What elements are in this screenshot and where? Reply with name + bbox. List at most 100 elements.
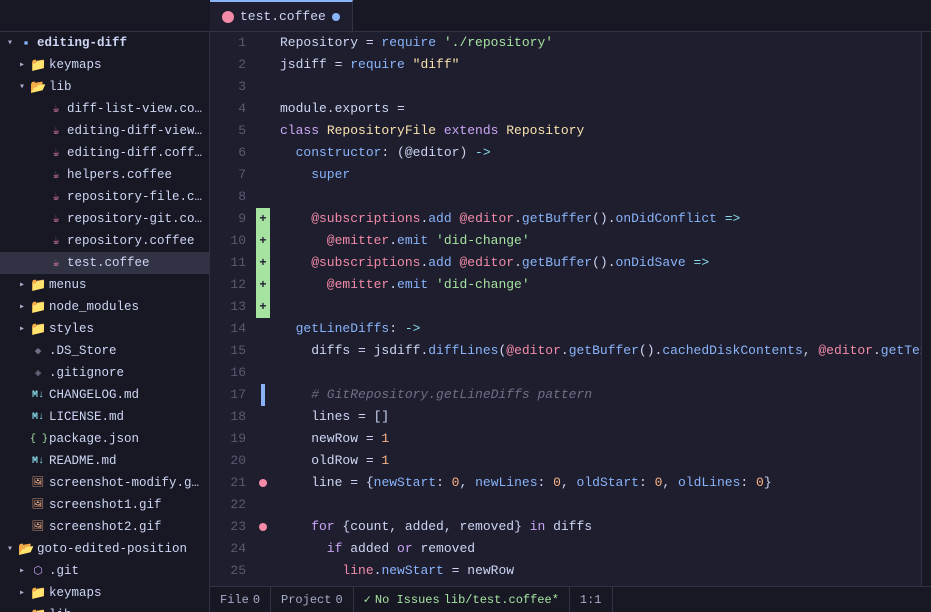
sidebar-label: node_modules [49,300,205,314]
sidebar-item-menus[interactable]: ▸ 📁 menus [0,274,209,296]
code-line: @subscriptions.add @editor.getBuffer().o… [280,208,921,230]
arrow-icon: ▸ [14,59,30,71]
issues-status[interactable]: ✓ No Issues lib/test.coffee* [354,587,570,612]
sidebar-item-editing-diff-view[interactable]: ▸ ☕ editing-diff-view.coff… [0,120,209,142]
sidebar-item-node-modules[interactable]: ▸ 📁 node_modules [0,296,209,318]
arrow-icon: ▸ [14,279,30,291]
sidebar-item-styles[interactable]: ▸ 📁 styles [0,318,209,340]
sidebar-item-editing-diff[interactable]: ▸ ☕ editing-diff.coffee [0,142,209,164]
sidebar-item-repository-git[interactable]: ▸ ☕ repository-git.coffee [0,208,209,230]
sidebar-item-readme[interactable]: ▸ M↓ README.md [0,450,209,472]
code-line: @subscriptions.add @editor.getBuffer().o… [280,252,921,274]
code-line [280,76,921,98]
sidebar-label: repository-git.coffee [67,212,205,226]
sidebar: ▾ ▪ editing-diff ▸ 📁 keymaps ▾ 📂 lib ▸ ☕… [0,32,210,612]
folder-icon: ▪ [18,36,34,51]
code-line: constructor: (@editor) -> [280,142,921,164]
sidebar-label: screenshot-modify.gif [49,476,205,490]
arrow-icon: ▾ [2,37,18,49]
file-status[interactable]: File 0 [210,587,271,612]
sidebar-item-gitignore[interactable]: ▸ ◈ .gitignore [0,362,209,384]
coffee-icon: ☕ [48,124,64,138]
sidebar-label: CHANGELOG.md [49,388,205,402]
sidebar-item-screenshot1[interactable]: ▸ 🖼 screenshot1.gif [0,494,209,516]
sidebar-item-keymaps2[interactable]: ▸ 📁 keymaps [0,582,209,604]
filepath: lib/test.coffee* [444,593,559,607]
arrow-icon: ▾ [2,543,18,555]
sidebar-item-git[interactable]: ▸ ⬡ .git [0,560,209,582]
folder-icon: 📁 [30,58,46,73]
folder-icon: 📂 [18,542,34,557]
sidebar-label: test.coffee [67,256,205,270]
sidebar-label: keymaps [49,58,205,72]
sidebar-item-lib[interactable]: ▾ 📂 lib [0,76,209,98]
sidebar-item-screenshot2[interactable]: ▸ 🖼 screenshot2.gif [0,516,209,538]
sidebar-label: .gitignore [49,366,205,380]
sidebar-item-screenshot-modify[interactable]: ▸ 🖼 screenshot-modify.gif [0,472,209,494]
code-line: lines = [] [280,406,921,428]
sidebar-item-repository-file[interactable]: ▸ ☕ repository-file.coffee [0,186,209,208]
coffee-icon: ☕ [48,212,64,226]
md-icon: M↓ [30,390,46,401]
diff-gutter: +++++ [254,32,272,586]
code-line: @emitter.emit 'did-change' [280,274,921,296]
code-line: line.newStart = newRow [280,560,921,582]
file-label: File [220,593,249,607]
coffee-icon: ☕ [48,102,64,116]
sidebar-label: README.md [49,454,205,468]
sidebar-item-goto-edited[interactable]: ▾ 📂 goto-edited-position [0,538,209,560]
code-line [280,494,921,516]
folder-icon: 📁 [30,322,46,337]
sidebar-item-diff-list-view[interactable]: ▸ ☕ diff-list-view.coffee [0,98,209,120]
main-layout: ▾ ▪ editing-diff ▸ 📁 keymaps ▾ 📂 lib ▸ ☕… [0,32,931,612]
md-icon: M↓ [30,412,46,423]
sidebar-item-changelog[interactable]: ▸ M↓ CHANGELOG.md [0,384,209,406]
file-count: 0 [253,593,260,607]
code-line: oldRow = 1 [280,450,921,472]
sidebar-item-lib2[interactable]: ▸ 📁 lib [0,604,209,612]
sidebar-label: helpers.coffee [67,168,205,182]
arrow-icon: ▾ [14,81,30,93]
position-status[interactable]: 1:1 [570,587,613,612]
sidebar-item-ds-store[interactable]: ▸ ◆ .DS_Store [0,340,209,362]
tab-bar: test.coffee [0,0,931,32]
no-issues-label: No Issues [375,593,440,607]
code-line [280,362,921,384]
sidebar-label: .DS_Store [49,344,205,358]
code-editor[interactable]: Repository = require './repository'jsdif… [272,32,921,586]
sidebar-item-helpers[interactable]: ▸ ☕ helpers.coffee [0,164,209,186]
coffee-icon: ☕ [48,168,64,182]
coffee-icon: ☕ [48,146,64,160]
code-line: module.exports = [280,98,921,120]
tab-test-coffee[interactable]: test.coffee [210,0,353,31]
line-numbers: 1234567891011121314151617181920212223242… [210,32,254,586]
sidebar-root-label: editing-diff [37,36,205,50]
sidebar-root[interactable]: ▾ ▪ editing-diff [0,32,209,54]
code-line: getLineDiffs: -> [280,318,921,340]
coffee-icon: ☕ [48,256,64,270]
coffee-icon: ☕ [48,234,64,248]
gif-icon: 🖼 [30,477,46,489]
code-line: line = {newStart: 0, newLines: 0, oldSta… [280,472,921,494]
sidebar-label: diff-list-view.coffee [67,102,205,116]
sidebar-label: LICENSE.md [49,410,205,424]
code-line: # GitRepository.getLineDiffs pattern [280,384,921,406]
arrow-icon: ▸ [14,323,30,335]
code-line: super [280,164,921,186]
sidebar-item-license[interactable]: ▸ M↓ LICENSE.md [0,406,209,428]
arrow-icon: ▸ [14,565,30,577]
sidebar-item-test-coffee[interactable]: ▸ ☕ test.coffee [0,252,209,274]
sidebar-label: goto-edited-position [37,542,205,556]
sidebar-label: package.json [49,432,205,446]
sidebar-item-keymaps[interactable]: ▸ 📁 keymaps [0,54,209,76]
project-status[interactable]: Project 0 [271,587,354,612]
status-bar: File 0 Project 0 ✓ No Issues lib/test.co… [210,586,931,612]
git-icon: ⬡ [30,564,46,578]
sidebar-item-repository[interactable]: ▸ ☕ repository.coffee [0,230,209,252]
code-line: if added or removed [280,538,921,560]
gif-icon: 🖼 [30,499,46,511]
sidebar-item-package-json[interactable]: ▸ { } package.json [0,428,209,450]
arrow-icon: ▸ [14,587,30,599]
code-line [280,186,921,208]
sidebar-label: lib [49,80,205,94]
